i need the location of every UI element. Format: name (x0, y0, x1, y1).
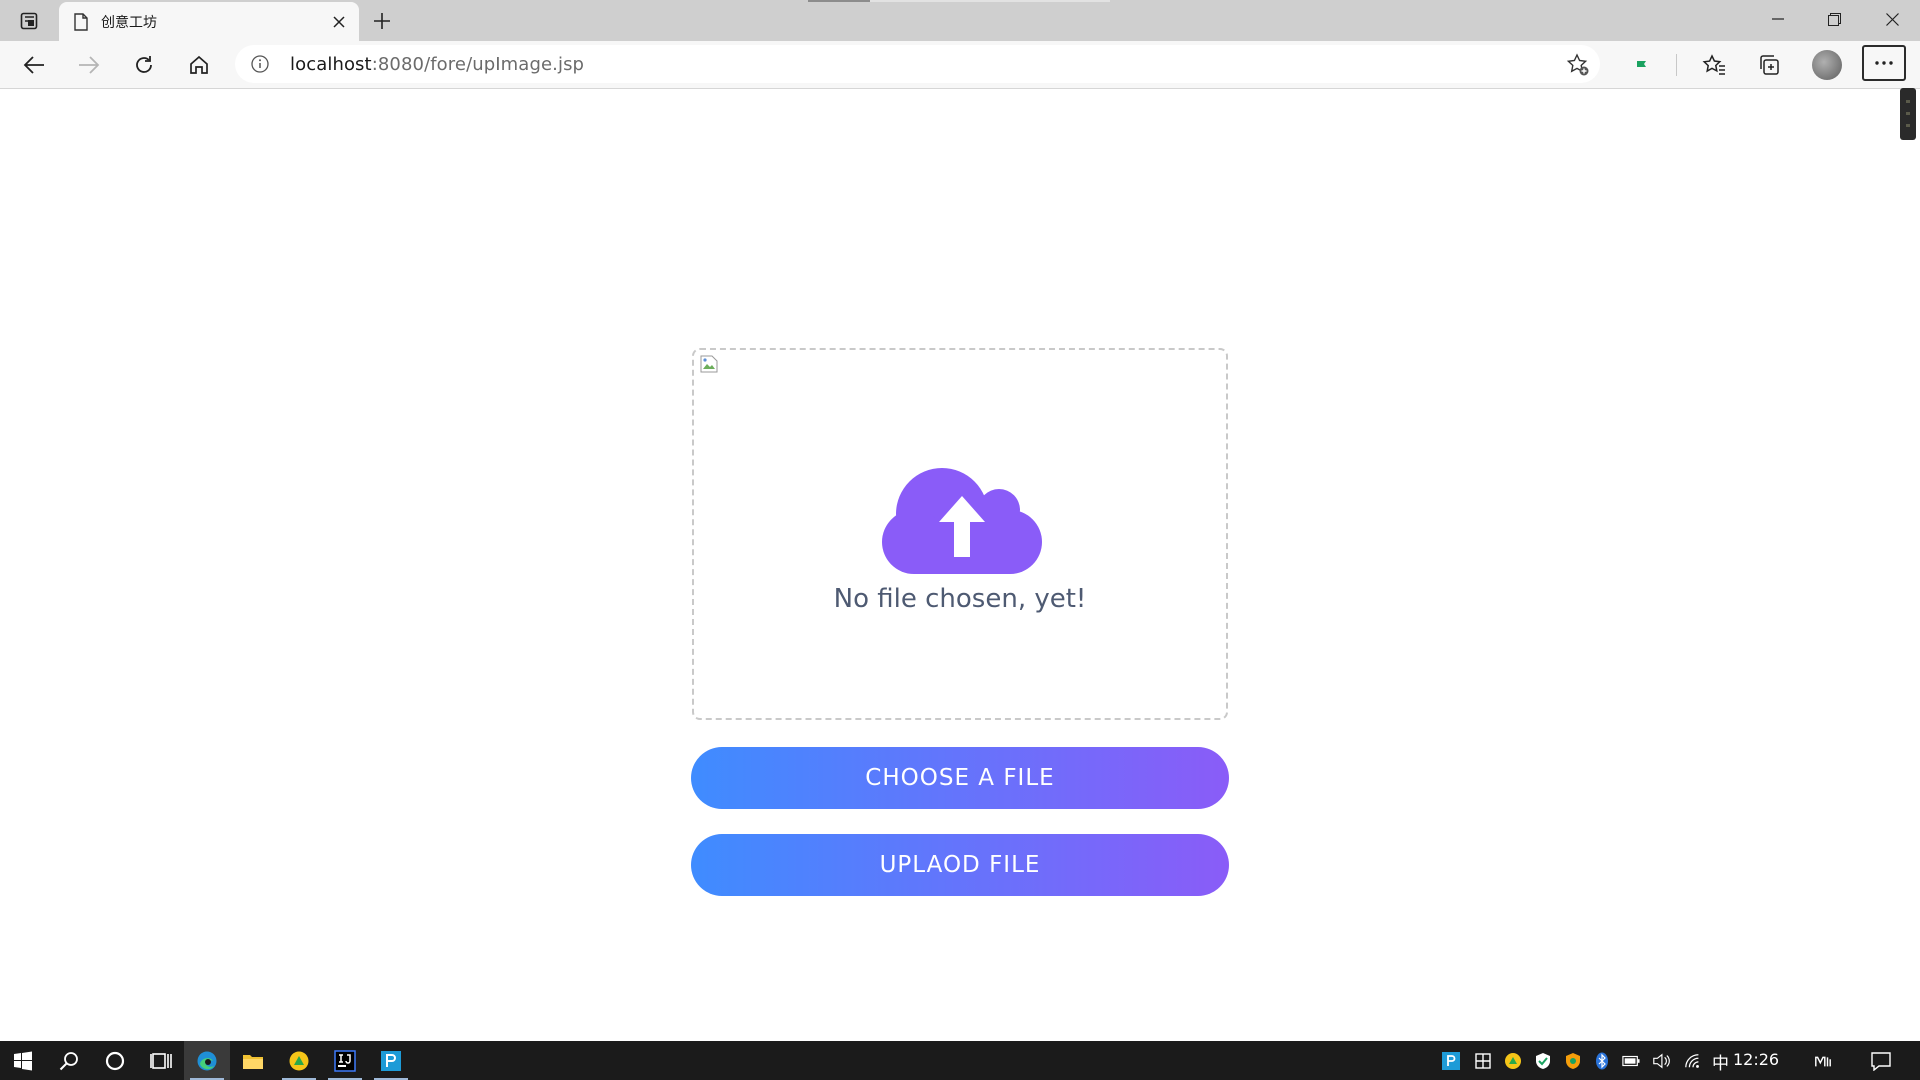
pycharm-tray-icon[interactable] (1442, 1052, 1460, 1070)
url-host: localhost (290, 54, 372, 75)
address-bar[interactable]: localhost:8080/fore/upImage.jsp (235, 45, 1600, 83)
forward-button[interactable] (73, 49, 105, 81)
add-favorite-icon[interactable] (1566, 53, 1590, 77)
search-icon[interactable] (46, 1041, 92, 1080)
file-status-text: No file chosen, yet! (833, 584, 1087, 614)
bluetooth-icon[interactable] (1593, 1052, 1611, 1070)
browser-toolbar: localhost:8080/fore/upImage.jsp (0, 41, 1920, 89)
app-tray-icon[interactable] (1564, 1052, 1582, 1070)
app-tray-icon[interactable] (1474, 1052, 1492, 1070)
close-tab-icon[interactable] (331, 14, 347, 30)
collections-icon[interactable] (1753, 49, 1785, 81)
site-info-icon[interactable] (251, 55, 269, 73)
minimize-button[interactable] (1750, 0, 1806, 38)
file-explorer-icon[interactable] (230, 1041, 276, 1080)
profile-avatar[interactable] (1812, 50, 1842, 80)
app-icon[interactable] (276, 1041, 322, 1080)
drag-indicator (808, 0, 870, 2)
security-icon[interactable] (1534, 1052, 1552, 1070)
taskbar-clock[interactable]: 12:26 (1733, 1050, 1779, 1069)
broken-image-icon (700, 355, 718, 373)
intellij-icon[interactable] (322, 1041, 368, 1080)
settings-more-button[interactable] (1862, 45, 1906, 81)
extension-icon[interactable] (1627, 49, 1659, 81)
tablet-mode-icon[interactable] (1814, 1052, 1832, 1070)
tab-title: 创意工坊 (101, 14, 157, 31)
url-path: :8080/fore/upImage.jsp (371, 54, 585, 75)
cortana-icon[interactable] (92, 1041, 138, 1080)
taskbar: 中 12:26 (0, 1041, 1920, 1080)
refresh-button[interactable] (128, 49, 160, 81)
upload-file-button[interactable]: UPLAOD FILE (691, 834, 1229, 896)
close-window-button[interactable] (1864, 0, 1920, 38)
page-icon (73, 12, 89, 31)
favorites-icon[interactable] (1698, 49, 1730, 81)
start-icon[interactable] (0, 1041, 46, 1080)
toolbar-separator (1676, 54, 1677, 76)
cloud-upload-icon (882, 468, 1042, 574)
choose-file-button[interactable]: CHOOSE A FILE (691, 747, 1229, 809)
title-bar: 创意工坊 (0, 0, 1920, 41)
network-icon[interactable] (1684, 1052, 1702, 1070)
battery-icon[interactable] (1622, 1052, 1640, 1070)
url-text[interactable]: localhost:8080/fore/upImage.jsp (290, 54, 584, 75)
edge-icon[interactable] (184, 1041, 230, 1080)
tab-actions-icon[interactable] (16, 8, 42, 34)
notifications-icon[interactable] (1870, 1052, 1892, 1071)
restore-button[interactable] (1806, 0, 1862, 38)
scrollbar-thumb[interactable] (1900, 88, 1916, 140)
home-button[interactable] (183, 49, 215, 81)
ime-indicator[interactable]: 中 (1712, 1049, 1729, 1074)
drag-indicator-track (870, 0, 1110, 2)
pycharm-icon[interactable] (368, 1041, 414, 1080)
volume-icon[interactable] (1652, 1052, 1670, 1070)
upload-drop-area[interactable]: No file chosen, yet! (692, 348, 1228, 720)
new-tab-button[interactable] (369, 8, 395, 34)
app-tray-icon[interactable] (1504, 1052, 1522, 1070)
task-view-icon[interactable] (138, 1041, 184, 1080)
browser-tab[interactable]: 创意工坊 (59, 2, 359, 41)
back-button[interactable] (18, 49, 50, 81)
